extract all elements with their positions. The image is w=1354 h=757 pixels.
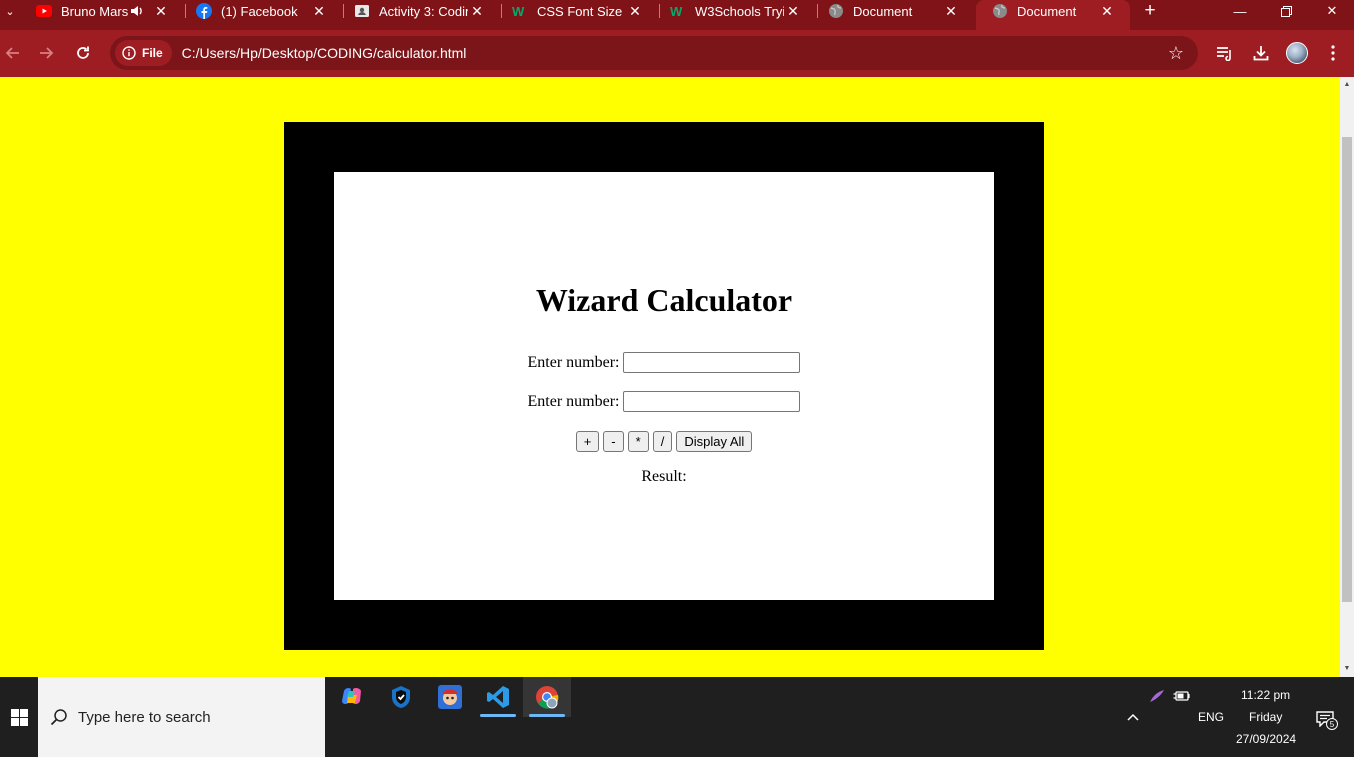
restore-window-icon[interactable]: [1263, 0, 1309, 22]
windows-start-icon[interactable]: [0, 677, 38, 757]
battery-icon[interactable]: [1172, 688, 1190, 704]
close-tab-icon[interactable]: ✕: [784, 2, 802, 20]
new-tab-button[interactable]: +: [1140, 0, 1160, 22]
globe-icon: [992, 3, 1008, 19]
download-icon[interactable]: [1246, 38, 1276, 68]
first-number-input[interactable]: [623, 352, 801, 373]
result-text: Result:: [641, 468, 687, 485]
tab-title: Document: [853, 3, 913, 19]
globe-icon: [828, 3, 844, 19]
page-viewport: Wizard Calculator Enter number: Enter nu…: [0, 77, 1340, 677]
chevron-up-icon[interactable]: [1124, 709, 1142, 725]
clock-day[interactable]: Friday: [1249, 710, 1282, 724]
tab-title: Activity 3: Codin: [379, 3, 468, 19]
site-info-label: File: [142, 46, 163, 60]
taskbar-game-app-icon[interactable]: [426, 677, 474, 717]
facebook-icon: [196, 3, 212, 19]
tab-bruno-mars[interactable]: Bruno Mars ✕: [20, 0, 184, 22]
tab-document[interactable]: Document ✕: [812, 0, 974, 22]
taskbar-vpn-shield-icon[interactable]: [377, 677, 425, 717]
tab-title: Document: [1017, 3, 1077, 19]
tab-title: CSS Font Size: [537, 3, 623, 19]
url-text[interactable]: C:/Users/Hp/Desktop/CODING/calculator.ht…: [182, 45, 467, 61]
tab-title: W3Schools Tryit: [695, 3, 784, 19]
second-number-input[interactable]: [623, 391, 801, 412]
close-tab-icon[interactable]: ✕: [468, 2, 486, 20]
vertical-scrollbar[interactable]: ▲ ▼: [1340, 77, 1354, 677]
first-number-label: Enter number:: [527, 353, 620, 371]
tab-document-active[interactable]: Document ✕: [976, 0, 1130, 30]
tab-css-font-size[interactable]: W CSS Font Size ✕: [496, 0, 658, 22]
taskbar-vscode-icon[interactable]: [474, 677, 522, 717]
info-icon: [122, 46, 136, 60]
taskbar-copilot-icon[interactable]: [328, 677, 376, 717]
reading-list-icon[interactable]: [1210, 38, 1240, 68]
w3schools-icon: W: [512, 3, 528, 19]
windows-taskbar: Type here to search ENG 11:22 pm Friday …: [0, 677, 1354, 757]
scrollbar-thumb[interactable]: [1342, 137, 1352, 602]
operation-buttons: + - * / Display All: [334, 431, 994, 452]
w3schools-icon: W: [670, 3, 686, 19]
page-title: Wizard Calculator: [535, 282, 793, 318]
language-indicator[interactable]: ENG: [1198, 710, 1224, 724]
youtube-icon: [36, 3, 52, 19]
divide-button[interactable]: /: [652, 431, 673, 452]
site-info-chip[interactable]: File: [115, 40, 172, 66]
close-tab-icon[interactable]: ✕: [310, 2, 328, 20]
svg-text:W: W: [670, 4, 683, 18]
calculator-frame: Wizard Calculator Enter number: Enter nu…: [284, 122, 1044, 650]
tab-search-chevron-icon[interactable]: ⌄: [0, 0, 20, 22]
close-tab-icon[interactable]: ✕: [942, 2, 960, 20]
clock-date[interactable]: 27/09/2024: [1236, 732, 1296, 746]
tab-strip: ⌄ Bruno Mars ✕ (1) Facebook ✕ Activity 3…: [0, 0, 1354, 30]
notification-count-badge: 5: [1326, 718, 1338, 730]
profile-avatar[interactable]: [1282, 38, 1312, 68]
speaker-icon[interactable]: [130, 4, 144, 18]
calculator-card: Wizard Calculator Enter number: Enter nu…: [334, 172, 994, 600]
reload-icon[interactable]: [68, 38, 98, 68]
notification-center-icon[interactable]: 5: [1312, 708, 1338, 730]
tab-title: Bruno Mars: [61, 3, 129, 19]
forward-arrow-icon[interactable]: [32, 38, 62, 68]
kebab-menu-icon[interactable]: [1318, 38, 1348, 68]
tab-w3schools-tryit[interactable]: W W3Schools Tryit ✕: [654, 0, 816, 22]
scroll-up-arrow-icon[interactable]: ▲: [1340, 77, 1354, 91]
second-number-label: Enter number:: [527, 392, 620, 410]
taskbar-search-box[interactable]: Type here to search: [38, 677, 325, 757]
close-tab-icon[interactable]: ✕: [626, 2, 644, 20]
scroll-down-arrow-icon[interactable]: ▼: [1340, 661, 1354, 675]
close-window-icon[interactable]: ✕: [1309, 0, 1354, 22]
back-arrow-icon[interactable]: [0, 38, 27, 68]
bookmark-star-icon[interactable]: ☆: [1168, 43, 1184, 64]
second-number-row: Enter number:: [334, 391, 994, 412]
display-all-button[interactable]: Display All: [676, 431, 753, 452]
search-placeholder: Type here to search: [78, 708, 211, 726]
classroom-icon: [354, 3, 370, 19]
search-icon: [50, 708, 68, 726]
close-tab-icon[interactable]: ✕: [152, 2, 170, 20]
avatar: [1286, 42, 1308, 64]
tab-title: (1) Facebook: [221, 3, 298, 19]
first-number-row: Enter number:: [334, 352, 994, 373]
subtract-button[interactable]: -: [603, 431, 624, 452]
minimize-window-icon[interactable]: —: [1217, 0, 1263, 22]
browser-toolbar: File C:/Users/Hp/Desktop/CODING/calculat…: [0, 30, 1354, 77]
taskbar-chrome-icon[interactable]: [523, 677, 571, 717]
tab-activity-3[interactable]: Activity 3: Codin ✕: [338, 0, 500, 22]
multiply-button[interactable]: *: [627, 431, 649, 452]
pen-icon[interactable]: [1148, 688, 1166, 704]
running-indicator: [529, 714, 565, 717]
svg-text:W: W: [512, 4, 525, 18]
tab-facebook[interactable]: (1) Facebook ✕: [180, 0, 342, 22]
running-indicator: [480, 714, 516, 717]
close-tab-icon[interactable]: ✕: [1098, 2, 1116, 20]
clock-time[interactable]: 11:22 pm: [1241, 688, 1290, 702]
address-bar[interactable]: File C:/Users/Hp/Desktop/CODING/calculat…: [110, 36, 1198, 70]
add-button[interactable]: +: [575, 431, 600, 452]
